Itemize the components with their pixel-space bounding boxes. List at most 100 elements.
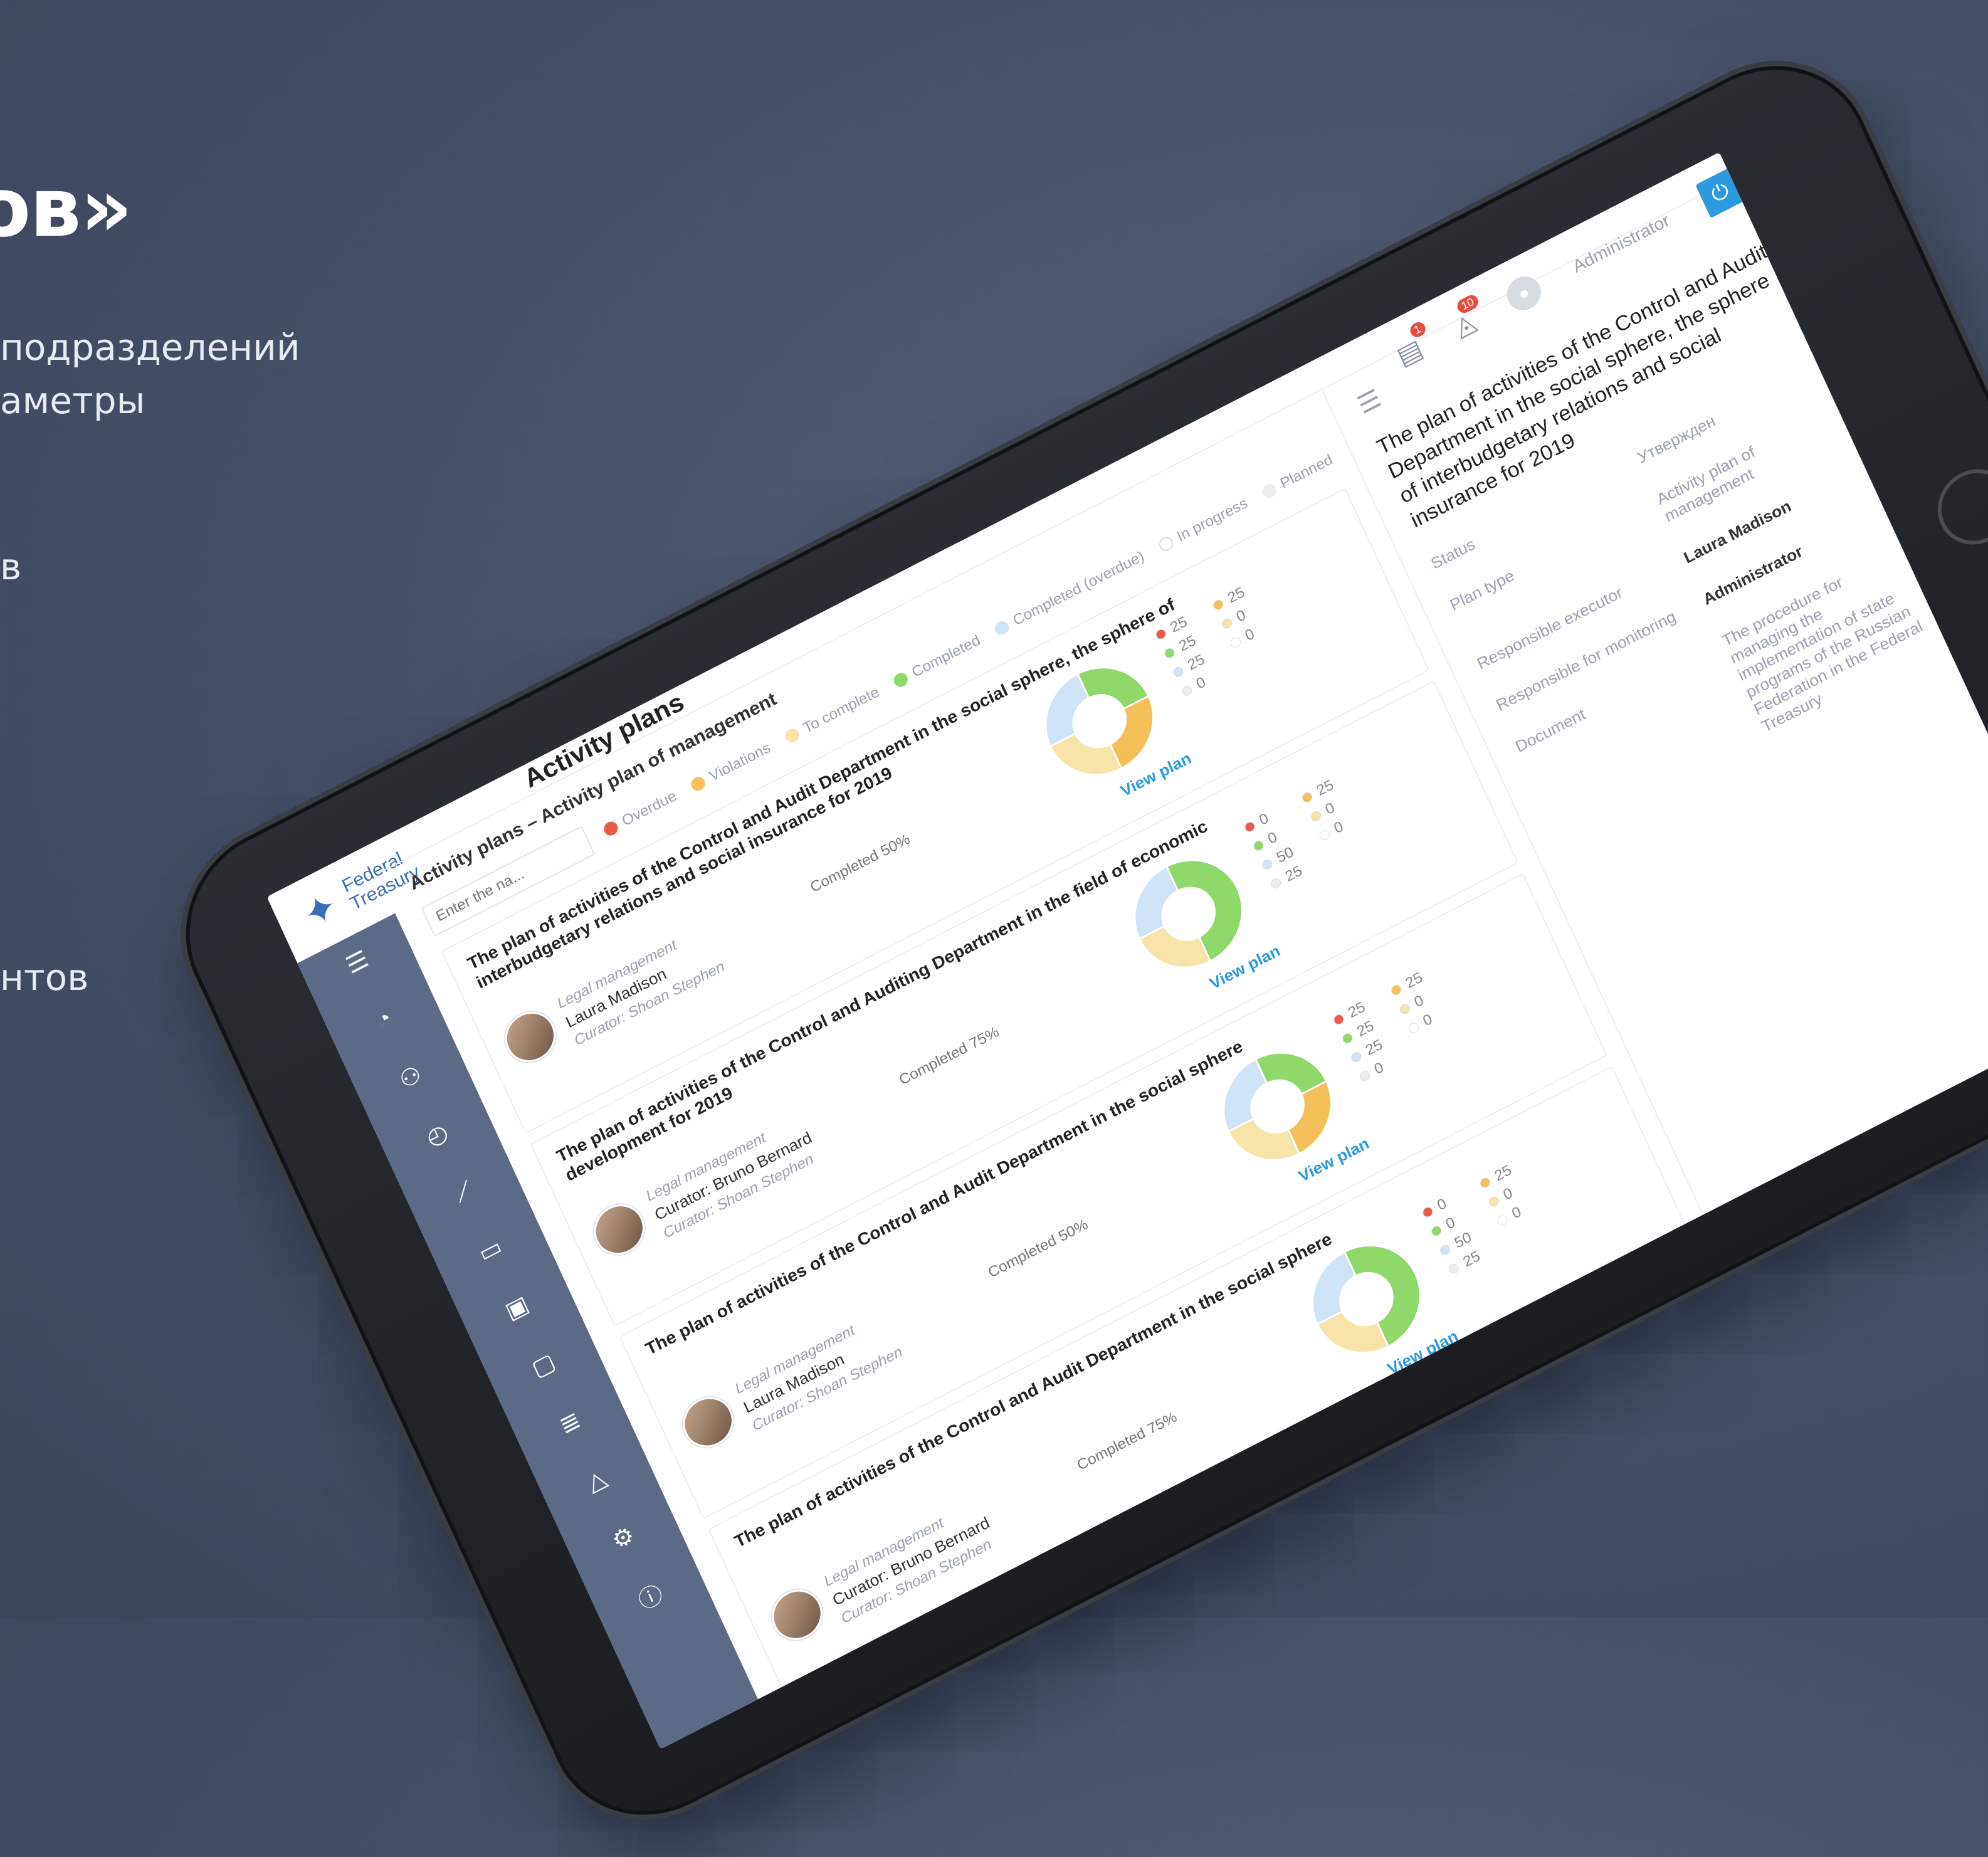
status-dot <box>1332 1013 1346 1026</box>
legend-label: In progress <box>1174 495 1251 545</box>
status-dot <box>1251 839 1266 853</box>
meta-lines: Legal management Laura Madison Curator: Sh… <box>732 1306 905 1434</box>
legend-dot <box>891 670 910 690</box>
status-dot <box>1269 876 1283 890</box>
legend-label: Violations <box>707 739 774 785</box>
status-count-value: 0 <box>1371 1059 1387 1078</box>
status-count-value: 25 <box>1185 651 1207 674</box>
legend-label: To complete <box>801 683 882 737</box>
status-dot <box>1171 665 1186 679</box>
completed-label: Completed 50% <box>986 1216 1091 1281</box>
status-dot <box>1340 1031 1354 1045</box>
warning-icon[interactable]: △ <box>577 1461 616 1500</box>
gauge-icon[interactable]: ◴ <box>418 1115 456 1154</box>
status-dot <box>1389 983 1403 997</box>
status-count-value: 0 <box>1194 673 1209 693</box>
promo-heading: ов» <box>0 160 133 255</box>
status-count-value: 50 <box>1274 843 1296 866</box>
meta-lines: Legal management Curator: Bruno Bernard Cu… <box>821 1495 1001 1628</box>
promo-line-4: нтов <box>0 956 89 999</box>
status-count-value: 25 <box>1313 776 1337 799</box>
legend-label: Completed <box>909 631 983 681</box>
status-count-value: 25 <box>1491 1162 1515 1185</box>
status-dot <box>1478 1176 1492 1190</box>
status-dot <box>1358 1069 1372 1083</box>
status-dot <box>1220 616 1234 631</box>
info-icon[interactable]: ⓘ <box>631 1576 669 1615</box>
status-count-value: 0 <box>1509 1203 1524 1223</box>
tablet-device: ☰ ◔ ⚇ ◴ ⟋ ▭ ▣ ▢ ≣ △ ⚙ ⓘ ✦ Federal Treasu… <box>147 23 1988 1857</box>
promo-line-2: аметры <box>0 379 145 422</box>
status-dot <box>1407 1021 1421 1035</box>
promo-line-1: подразделений <box>0 326 300 369</box>
legend-item: Planned <box>1260 451 1335 502</box>
home-button[interactable] <box>1925 456 1988 558</box>
status-dot <box>1229 635 1243 650</box>
status-count-value: 0 <box>1420 1011 1435 1030</box>
completed-label: Completed 75% <box>1074 1408 1180 1474</box>
status-count-value: 0 <box>1331 818 1346 838</box>
users-icon[interactable]: ⚇ <box>391 1058 429 1097</box>
status-count-value: 25 <box>1282 862 1305 885</box>
status-count-value: 0 <box>1256 809 1271 829</box>
status-dot <box>1429 1224 1443 1238</box>
status-count-value: 25 <box>1460 1248 1483 1271</box>
status-count-value: 0 <box>1233 606 1249 626</box>
avatar <box>764 1581 831 1649</box>
status-dot <box>1487 1194 1501 1209</box>
status-dot <box>1349 1050 1363 1065</box>
promo-line-3: в <box>0 545 22 588</box>
status-dot <box>1496 1213 1510 1228</box>
legend-label: Overdue <box>619 787 680 830</box>
status-dot <box>1398 1002 1412 1016</box>
monitor-icon[interactable]: ▢ <box>524 1345 562 1384</box>
list-icon[interactable]: ≣ <box>551 1403 589 1442</box>
status-dot <box>1309 809 1323 823</box>
status-count-value: 25 <box>1225 584 1248 607</box>
status-dot <box>1447 1261 1461 1276</box>
legend-dot <box>782 726 802 745</box>
status-dot <box>1300 791 1314 804</box>
avatar <box>586 1196 653 1264</box>
status-count-value: 0 <box>1434 1195 1449 1214</box>
plan-meta: Legal management Laura Madison Curator: Sh… <box>675 1306 905 1464</box>
status-count-value: 0 <box>1411 992 1426 1011</box>
status-count-value: 25 <box>1345 998 1368 1022</box>
status-count-value: 0 <box>1242 625 1258 644</box>
settings-icon[interactable]: ⚙ <box>604 1518 642 1557</box>
status-dot <box>1162 646 1177 660</box>
avatar <box>675 1388 742 1456</box>
legend-dot <box>1157 534 1175 554</box>
status-count-value: 0 <box>1443 1214 1458 1233</box>
app-screen: ☰ ◔ ⚇ ◴ ⟋ ▭ ▣ ▢ ≣ △ ⚙ ⓘ ✦ Federal Treasu… <box>266 152 1988 1750</box>
status-count-value: 0 <box>1322 799 1338 818</box>
status-count-value: 25 <box>1362 1036 1386 1060</box>
status-dot <box>1318 828 1332 842</box>
eagle-emblem-icon: ✦ <box>295 882 345 938</box>
status-dot <box>1211 597 1225 612</box>
chart-icon[interactable]: ⟋ <box>444 1173 483 1212</box>
legend-item: Overdue <box>601 787 680 839</box>
menu-icon[interactable]: ☰ <box>338 942 376 981</box>
legend-dot <box>689 774 708 794</box>
completed-label: Completed 75% <box>897 1023 1002 1089</box>
book-icon[interactable]: ▭ <box>471 1230 509 1269</box>
status-dot <box>1438 1243 1452 1257</box>
image-icon[interactable]: ▣ <box>498 1288 536 1327</box>
status-count-value: 25 <box>1176 632 1199 655</box>
status-count-value: 0 <box>1265 828 1280 848</box>
legend-dot <box>992 618 1011 638</box>
status-count-value: 0 <box>1500 1184 1515 1204</box>
detail-value: Activity plan of management <box>1653 442 1758 526</box>
status-dot <box>1260 858 1274 871</box>
legend-dot <box>601 819 620 838</box>
dashboard-icon[interactable]: ◔ <box>365 1000 403 1039</box>
status-dot <box>1180 683 1194 698</box>
status-count-value: 25 <box>1354 1017 1377 1041</box>
notifications-count: 1 <box>1407 319 1428 340</box>
status-count-value: 25 <box>1402 969 1426 992</box>
status-count-value: 50 <box>1451 1229 1475 1252</box>
detail-label: Plan type <box>1447 566 1517 614</box>
status-dot <box>1421 1205 1434 1219</box>
legend-dot <box>1260 481 1279 501</box>
